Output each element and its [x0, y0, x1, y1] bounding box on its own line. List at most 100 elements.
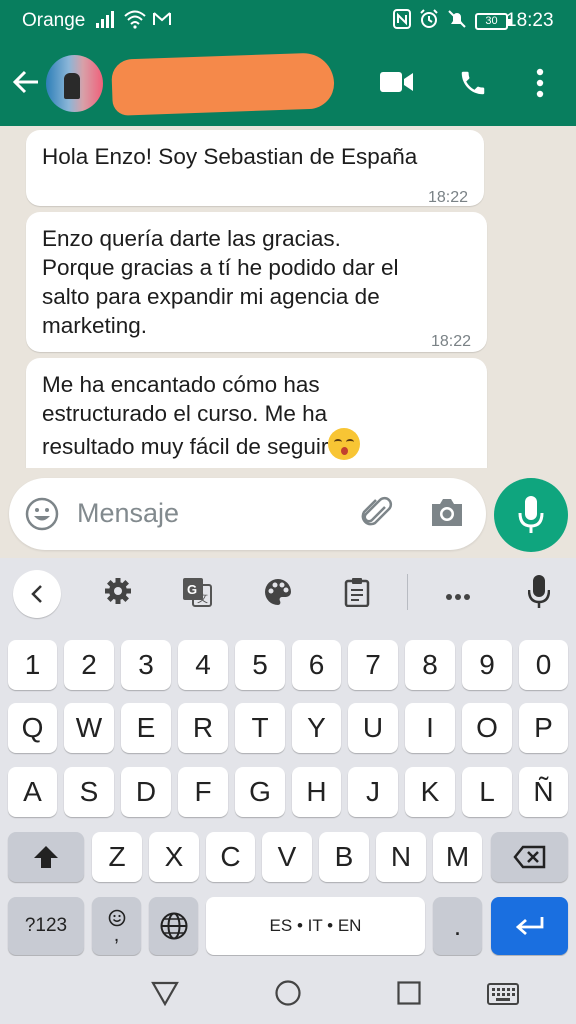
key-0[interactable]: 0	[519, 640, 568, 690]
wifi-icon	[124, 9, 146, 34]
status-bar: Orange 30 18:23	[0, 0, 576, 42]
message-placeholder: Mensaje	[77, 498, 180, 528]
kissing-smiling-eyes-emoji-icon	[328, 428, 361, 460]
comma-label: ,	[113, 924, 120, 946]
svg-text:G: G	[187, 582, 197, 597]
chat-header	[0, 42, 576, 126]
composer-bar: Mensaje	[0, 468, 576, 558]
mic-icon[interactable]	[527, 575, 551, 614]
key-y[interactable]: Y	[292, 703, 341, 753]
key-5[interactable]: 5	[235, 640, 285, 690]
microphone-icon	[518, 496, 544, 539]
enter-key[interactable]	[491, 897, 568, 955]
nav-keyboard-icon[interactable]	[487, 983, 519, 1010]
key-8[interactable]: 8	[405, 640, 455, 690]
key-c[interactable]: C	[206, 832, 255, 882]
symbols-key[interactable]: ?123	[8, 897, 84, 955]
key-h[interactable]: H	[292, 767, 341, 817]
phone-icon[interactable]	[458, 68, 488, 103]
key-l[interactable]: L	[462, 767, 512, 817]
redacted-contact-name[interactable]	[111, 52, 335, 116]
message-bubble[interactable]: Enzo quería darte las gracias. Porque gr…	[26, 212, 487, 352]
key-o[interactable]: O	[462, 703, 512, 753]
chevron-left-icon[interactable]	[13, 570, 61, 618]
key-n[interactable]: N	[376, 832, 426, 882]
clipboard-icon[interactable]	[344, 577, 370, 612]
translate-icon[interactable]: G文	[182, 577, 212, 612]
key-6[interactable]: 6	[292, 640, 341, 690]
camera-icon[interactable]	[429, 497, 465, 534]
key-u[interactable]: U	[348, 703, 398, 753]
muted-bell-icon	[447, 9, 467, 34]
settings-icon[interactable]	[104, 577, 132, 610]
key-n-tilde[interactable]: Ñ	[519, 767, 568, 817]
attach-icon[interactable]	[359, 495, 395, 536]
key-m[interactable]: M	[433, 832, 482, 882]
backspace-icon	[512, 845, 545, 869]
key-w[interactable]: W	[64, 703, 114, 753]
nav-back-icon[interactable]	[151, 980, 179, 1011]
key-j[interactable]: J	[348, 767, 398, 817]
video-call-icon[interactable]	[380, 70, 414, 99]
key-7[interactable]: 7	[348, 640, 398, 690]
toolbar-divider	[407, 574, 408, 610]
key-a[interactable]: A	[8, 767, 57, 817]
message-bubble[interactable]: Hola Enzo! Soy Sebastian de España 18:22	[26, 130, 484, 206]
key-g[interactable]: G	[235, 767, 285, 817]
message-bubble[interactable]: Me ha encantado cómo has estructurado el…	[26, 358, 487, 468]
key-d[interactable]: D	[121, 767, 171, 817]
period-key[interactable]: .	[433, 897, 482, 955]
key-t[interactable]: T	[235, 703, 285, 753]
backspace-key[interactable]	[491, 832, 568, 882]
more-horiz-icon[interactable]	[445, 588, 471, 606]
key-s[interactable]: S	[64, 767, 114, 817]
message-text: Hola Enzo! Soy Sebastian de España	[42, 144, 418, 169]
key-f[interactable]: F	[178, 767, 228, 817]
gmail-icon	[152, 9, 172, 34]
key-9[interactable]: 9	[462, 640, 512, 690]
key-1[interactable]: 1	[8, 640, 57, 690]
contact-avatar[interactable]	[46, 55, 103, 112]
key-q[interactable]: Q	[8, 703, 57, 753]
key-i[interactable]: I	[405, 703, 455, 753]
shift-icon	[34, 846, 58, 868]
enter-icon	[515, 917, 543, 936]
key-3[interactable]: 3	[121, 640, 171, 690]
message-time: 18:22	[430, 333, 471, 350]
nfc-icon	[393, 9, 411, 34]
space-bar[interactable]: ES • IT • EN	[206, 897, 425, 955]
nav-recents-icon[interactable]	[397, 981, 421, 1010]
message-text: Enzo quería darte las gracias. Porque gr…	[42, 226, 399, 338]
emoji-comma-key[interactable]: ,	[92, 897, 141, 955]
key-v[interactable]: V	[262, 832, 312, 882]
back-arrow-icon[interactable]	[12, 68, 40, 101]
system-nav-bar	[0, 956, 576, 1024]
alarm-icon	[419, 9, 439, 34]
key-k[interactable]: K	[405, 767, 455, 817]
key-p[interactable]: P	[519, 703, 568, 753]
key-b[interactable]: B	[319, 832, 369, 882]
keyboard: G文 1 2 3 4 5 6 7 8 9 0 Q W E R T Y U I O…	[0, 558, 576, 956]
message-list[interactable]: Hola Enzo! Soy Sebastian de España 18:22…	[0, 126, 576, 468]
key-r[interactable]: R	[178, 703, 228, 753]
svg-text:文: 文	[197, 591, 208, 605]
palette-icon[interactable]	[263, 577, 293, 612]
key-x[interactable]: X	[149, 832, 199, 882]
clock: 18:23	[506, 10, 554, 31]
key-e[interactable]: E	[121, 703, 171, 753]
voice-record-button[interactable]	[494, 478, 568, 552]
message-time: 18:22	[427, 189, 468, 206]
key-2[interactable]: 2	[64, 640, 114, 690]
message-text: Me ha encantado cómo has estructurado el…	[42, 372, 329, 459]
key-z[interactable]: Z	[92, 832, 142, 882]
emoji-icon[interactable]	[25, 497, 59, 536]
message-input[interactable]: Mensaje	[9, 478, 486, 550]
language-key[interactable]	[149, 897, 198, 955]
nav-home-icon[interactable]	[275, 980, 301, 1011]
more-vert-icon[interactable]	[536, 68, 544, 103]
key-4[interactable]: 4	[178, 640, 228, 690]
battery-indicator: 30	[475, 13, 511, 30]
keyboard-toolbar: G文	[0, 558, 576, 628]
carrier-label: Orange	[22, 10, 86, 31]
shift-key[interactable]	[8, 832, 84, 882]
